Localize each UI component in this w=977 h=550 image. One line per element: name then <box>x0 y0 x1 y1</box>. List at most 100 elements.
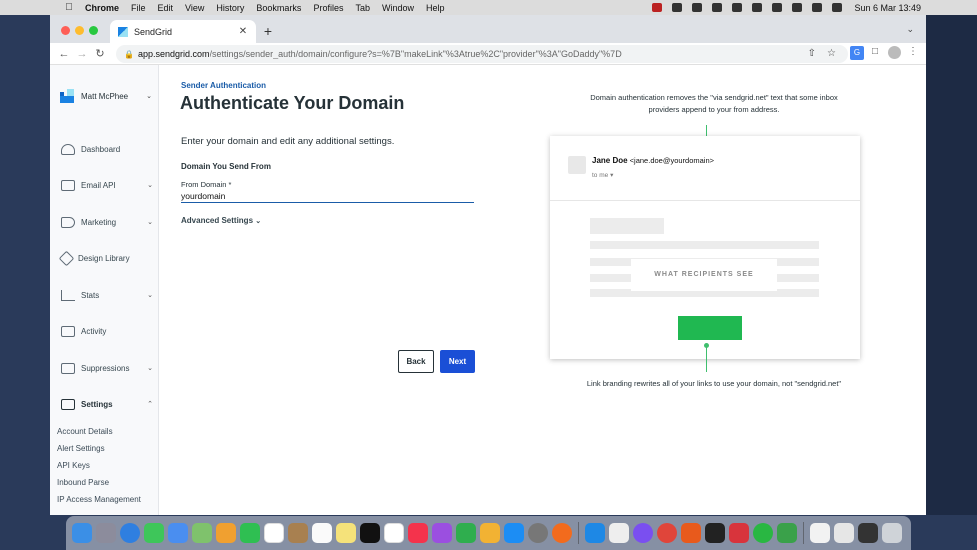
close-window-icon[interactable] <box>61 26 70 35</box>
battery-icon[interactable] <box>772 3 783 12</box>
launchpad-icon[interactable] <box>96 523 116 543</box>
menu-clock[interactable]: Sun 6 Mar 13:49 <box>854 3 921 13</box>
sidebar-subitem-alert-settings[interactable]: Alert Settings <box>57 444 105 453</box>
apple-tv-icon[interactable] <box>360 523 380 543</box>
sidebar-item-label: Stats <box>81 290 100 300</box>
notes-icon[interactable] <box>336 523 356 543</box>
domain-auth-caption-line-2: providers append to your from address. <box>648 105 780 114</box>
sidebar-item-stats[interactable]: Stats ⌄ <box>50 286 159 304</box>
calendar-icon[interactable] <box>264 523 284 543</box>
play-icon[interactable] <box>752 3 763 12</box>
trash-icon[interactable] <box>882 523 902 543</box>
translate-extension-icon[interactable]: G <box>850 46 864 60</box>
menu-history[interactable]: History <box>216 3 244 13</box>
music-icon[interactable] <box>408 523 428 543</box>
breadcrumb[interactable]: Sender Authentication <box>181 81 266 90</box>
next-button[interactable]: Next <box>440 350 475 373</box>
new-tab-icon[interactable]: + <box>260 23 276 39</box>
extensions-puzzle-icon[interactable]: □ <box>868 46 882 62</box>
screenshot-icon[interactable] <box>858 523 878 543</box>
bookmark-star-icon[interactable]: ☆ <box>827 48 836 59</box>
dashboard-icon <box>61 143 75 155</box>
sidebar-item-activity[interactable]: Activity <box>50 322 159 340</box>
keynote-icon[interactable] <box>384 523 404 543</box>
menu-app-name[interactable]: Chrome <box>85 3 119 13</box>
safari-icon[interactable] <box>120 523 140 543</box>
from-domain-input[interactable] <box>181 189 474 203</box>
cloud-icon[interactable] <box>712 3 723 12</box>
menu-tab[interactable]: Tab <box>355 3 370 13</box>
system-preferences-icon[interactable] <box>528 523 548 543</box>
facetime-alt-icon[interactable] <box>777 523 797 543</box>
back-button[interactable]: Back <box>398 350 434 373</box>
skype-icon[interactable] <box>585 523 605 543</box>
camera-app-icon[interactable] <box>705 523 725 543</box>
screen-recorder-icon[interactable] <box>729 523 749 543</box>
drive-icon[interactable] <box>732 3 743 12</box>
maximize-window-icon[interactable] <box>89 26 98 35</box>
sidebar-item-email-api[interactable]: Email API ⌄ <box>50 176 159 194</box>
sidebar-item-suppressions[interactable]: Suppressions ⌄ <box>50 359 159 377</box>
podcasts-icon[interactable] <box>432 523 452 543</box>
sidebar-item-dashboard[interactable]: Dashboard <box>50 140 159 158</box>
share-icon[interactable]: ⇧ <box>808 48 816 59</box>
vlc-icon[interactable] <box>681 523 701 543</box>
close-tab-icon[interactable]: ✕ <box>236 26 250 37</box>
reload-icon[interactable]: ↻ <box>92 46 108 62</box>
sidebar-subitem-account-details[interactable]: Account Details <box>57 427 113 436</box>
more-menu-icon[interactable]: ⋮ <box>906 46 920 62</box>
advanced-settings-toggle[interactable]: Advanced Settings ⌄ <box>181 216 261 225</box>
menu-profiles[interactable]: Profiles <box>313 3 343 13</box>
maps-icon[interactable] <box>192 523 212 543</box>
back-arrow-icon[interactable]: ← <box>56 46 72 62</box>
sidebar-item-settings[interactable]: Settings ⌃ <box>50 395 159 413</box>
preview-icon[interactable] <box>834 523 854 543</box>
chrome-icon[interactable] <box>657 523 677 543</box>
sidebar: Matt McPhee ⌄ Dashboard Email API ⌄ Mark… <box>50 65 159 515</box>
tab-search-chevron-icon[interactable]: ⌄ <box>906 24 914 35</box>
menu-bookmarks[interactable]: Bookmarks <box>256 3 301 13</box>
profile-avatar-icon[interactable] <box>887 46 901 62</box>
textedit-icon[interactable] <box>609 523 629 543</box>
apple-icon[interactable]:  <box>62 2 76 13</box>
document-icon[interactable] <box>810 523 830 543</box>
tab-sendgrid[interactable]: SendGrid ✕ <box>110 20 256 43</box>
email-preview-card: Jane Doe <jane.doe@yourdomain> to me ▾ W… <box>550 136 860 359</box>
sidebar-item-design-library[interactable]: Design Library <box>50 249 159 267</box>
sidebar-item-marketing[interactable]: Marketing ⌄ <box>50 213 159 231</box>
sidebar-subitem-ip-access-management[interactable]: IP Access Management <box>57 495 141 504</box>
messages-icon[interactable] <box>144 523 164 543</box>
wifi-icon[interactable] <box>792 3 803 12</box>
menu-window[interactable]: Window <box>382 3 414 13</box>
sync-icon[interactable] <box>692 3 703 12</box>
facetime-icon[interactable] <box>240 523 260 543</box>
app-store-icon[interactable] <box>504 523 524 543</box>
gear-icon[interactable] <box>672 3 683 12</box>
pages-icon[interactable] <box>480 523 500 543</box>
menu-help[interactable]: Help <box>426 3 445 13</box>
address-bar[interactable]: 🔒 app.sendgrid.com /settings/sender_auth… <box>116 45 848 63</box>
sidebar-subitem-inbound-parse[interactable]: Inbound Parse <box>57 478 109 487</box>
from-domain-label-text: From Domain <box>181 180 227 189</box>
photos-icon[interactable] <box>216 523 236 543</box>
search-icon[interactable] <box>812 3 823 12</box>
numbers-icon[interactable] <box>456 523 476 543</box>
sidebar-subitem-api-keys[interactable]: API Keys <box>57 461 90 470</box>
forward-arrow-icon[interactable]: → <box>74 46 90 62</box>
messenger-icon[interactable] <box>633 523 653 543</box>
minimize-window-icon[interactable] <box>75 26 84 35</box>
finder-icon[interactable] <box>72 523 92 543</box>
browser-toolbar: ← → ↻ 🔒 app.sendgrid.com /settings/sende… <box>50 43 926 65</box>
contacts-icon[interactable] <box>288 523 308 543</box>
whatsapp-icon[interactable] <box>753 523 773 543</box>
menu-edit[interactable]: Edit <box>158 3 174 13</box>
control-center-icon[interactable] <box>832 3 843 12</box>
account-switcher[interactable]: Matt McPhee ⌄ <box>60 89 152 103</box>
mail-icon[interactable] <box>168 523 188 543</box>
firefox-icon[interactable] <box>552 523 572 543</box>
menu-view[interactable]: View <box>185 3 204 13</box>
reminders-icon[interactable] <box>312 523 332 543</box>
record-icon[interactable] <box>652 3 663 12</box>
menu-file[interactable]: File <box>131 3 146 13</box>
lock-icon[interactable]: 🔒 <box>124 50 134 59</box>
